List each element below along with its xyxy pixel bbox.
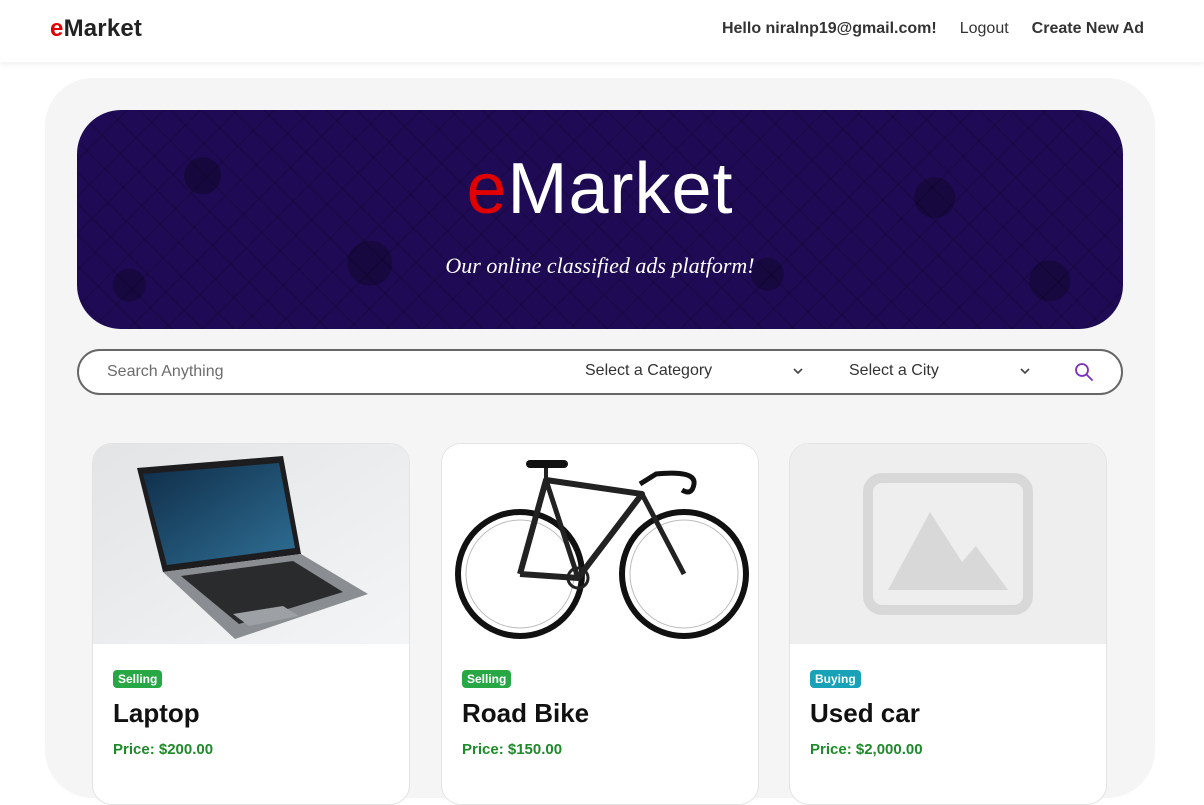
user-greeting: Hello niralnp19@gmail.com! xyxy=(721,20,937,37)
ad-card[interactable]: Selling Road Bike Price: $150.00 xyxy=(441,443,759,805)
category-select[interactable]: Select a Category xyxy=(585,362,805,380)
chevron-down-icon xyxy=(1020,368,1030,375)
ad-card[interactable]: Selling Laptop Price: $200.00 xyxy=(92,443,410,805)
category-select-label: Select a Category xyxy=(585,362,713,379)
brand-e: e xyxy=(50,15,64,42)
ad-type-badge: Selling xyxy=(462,670,512,688)
ad-title[interactable]: Used car xyxy=(810,698,1086,729)
hero-title: eMarket xyxy=(77,153,1123,225)
ad-card-body: Buying Used car Price: $2,000.00 xyxy=(810,670,1086,758)
create-ad-link[interactable]: Create New Ad xyxy=(1032,20,1144,38)
hero-banner: eMarket Our online classified ads platfo… xyxy=(77,110,1123,329)
chevron-down-icon xyxy=(793,368,803,375)
ad-title[interactable]: Road Bike xyxy=(462,698,738,729)
ad-image-laptop xyxy=(93,444,409,644)
search-icon[interactable] xyxy=(1074,362,1094,382)
search-input[interactable] xyxy=(105,359,529,385)
hero-subtitle: Our online classified ads platform! xyxy=(445,253,755,278)
nav-right: Hello niralnp19@gmail.com! Logout Create… xyxy=(722,20,1144,38)
ad-type-badge: Selling xyxy=(113,670,163,688)
ad-image-road-bike xyxy=(442,444,758,644)
ad-title[interactable]: Laptop xyxy=(113,698,389,729)
ad-price: Price: $2,000.00 xyxy=(810,741,923,759)
hero-title-e: e xyxy=(466,149,508,229)
city-select-label: Select a City xyxy=(849,362,939,379)
logout-link[interactable]: Logout xyxy=(960,20,1009,38)
hero-title-rest: Market xyxy=(507,149,734,229)
ad-price: Price: $150.00 xyxy=(462,741,563,759)
city-select[interactable]: Select a City xyxy=(849,362,1032,380)
image-placeholder-icon xyxy=(790,444,1106,644)
ad-type-badge: Buying xyxy=(810,670,861,688)
ad-card-body: Selling Laptop Price: $200.00 xyxy=(113,670,389,758)
ad-price: Price: $200.00 xyxy=(113,741,214,759)
ad-card-body: Selling Road Bike Price: $150.00 xyxy=(462,670,738,758)
brand-rest: Market xyxy=(63,15,143,42)
brand-logo[interactable]: eMarket xyxy=(50,15,142,43)
main-container: eMarket Our online classified ads platfo… xyxy=(45,78,1155,805)
ad-card[interactable]: Buying Used car Price: $2,000.00 xyxy=(789,443,1107,805)
navbar: eMarket Hello niralnp19@gmail.com! Logou… xyxy=(0,0,1204,62)
search-bar: Select a Category Select a City xyxy=(77,349,1123,395)
